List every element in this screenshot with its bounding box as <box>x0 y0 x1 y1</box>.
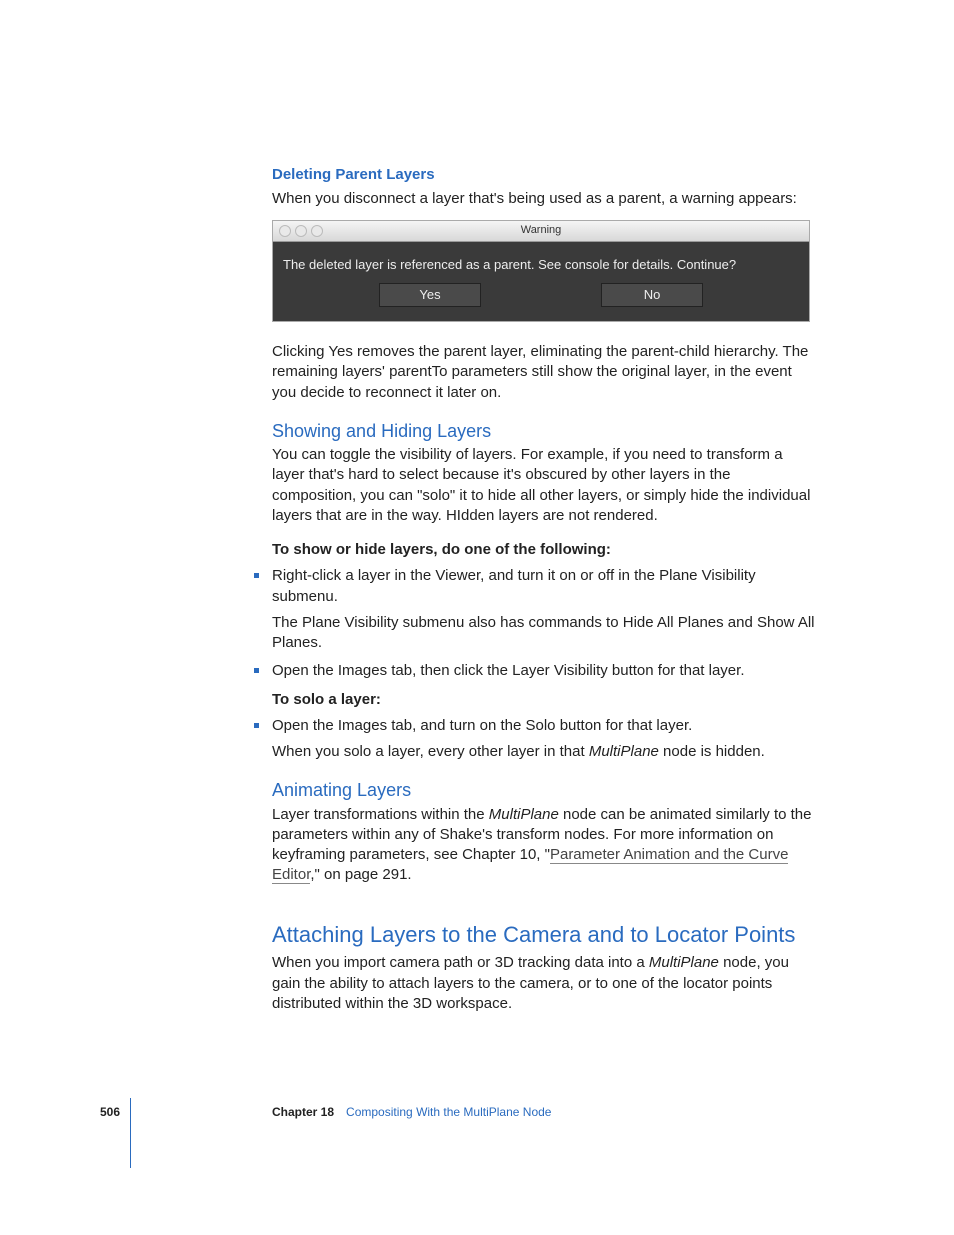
list-item: Open the Images tab, and turn on the Sol… <box>254 716 817 763</box>
page-content: Deleting Parent Layers When you disconne… <box>272 165 817 1020</box>
text-run: When you solo a layer, every other layer… <box>272 743 589 760</box>
paragraph: When you import camera path or 3D tracki… <box>272 953 817 1014</box>
chapter-label: Chapter 18 <box>272 1104 334 1120</box>
list-item-text: Open the Images tab, then click the Laye… <box>272 662 745 679</box>
yes-button[interactable]: Yes <box>379 283 481 307</box>
heading-showing-hiding-layers: Showing and Hiding Layers <box>272 419 817 443</box>
paragraph: Layer transformations within the MultiPl… <box>272 805 817 886</box>
text-run: ," on page 291. <box>310 866 411 883</box>
dialog-button-row: Yes No <box>273 279 809 321</box>
bullet-list: Open the Images tab, and turn on the Sol… <box>272 716 817 763</box>
heading-attaching-layers: Attaching Layers to the Camera and to Lo… <box>272 920 817 950</box>
dialog-titlebar: Warning <box>273 221 809 242</box>
list-item-text: Open the Images tab, and turn on the Sol… <box>272 717 692 734</box>
list-item-sub: The Plane Visibility submenu also has co… <box>272 613 817 654</box>
text-run: node is hidden. <box>659 743 765 760</box>
list-item-sub: When you solo a layer, every other layer… <box>272 742 817 762</box>
task-lead: To show or hide layers, do one of the fo… <box>272 540 817 560</box>
text-run: When you import camera path or 3D tracki… <box>272 954 649 971</box>
warning-dialog: Warning The deleted layer is referenced … <box>272 220 810 323</box>
text-run: Layer transformations within the <box>272 806 489 823</box>
dialog-title: Warning <box>273 223 809 238</box>
task-lead: To solo a layer: <box>272 690 817 710</box>
paragraph: Clicking Yes removes the parent layer, e… <box>272 342 817 403</box>
italic-term: MultiPlane <box>649 954 719 971</box>
heading-deleting-parent-layers: Deleting Parent Layers <box>272 165 817 185</box>
list-item-text: Right-click a layer in the Viewer, and t… <box>272 567 756 604</box>
bullet-list: Right-click a layer in the Viewer, and t… <box>272 566 817 681</box>
dialog-message: The deleted layer is referenced as a par… <box>273 242 809 280</box>
list-item: Right-click a layer in the Viewer, and t… <box>254 566 817 653</box>
italic-term: MultiPlane <box>589 743 659 760</box>
list-item: Open the Images tab, then click the Laye… <box>254 661 817 681</box>
no-button[interactable]: No <box>601 283 703 307</box>
chapter-title: Compositing With the MultiPlane Node <box>346 1104 551 1120</box>
heading-animating-layers: Animating Layers <box>272 778 817 802</box>
paragraph: You can toggle the visibility of layers.… <box>272 445 817 526</box>
page-number: 506 <box>100 1104 132 1120</box>
page-footer: 506 Chapter 18 Compositing With the Mult… <box>100 1104 860 1120</box>
paragraph: When you disconnect a layer that's being… <box>272 189 817 209</box>
italic-term: MultiPlane <box>489 806 559 823</box>
